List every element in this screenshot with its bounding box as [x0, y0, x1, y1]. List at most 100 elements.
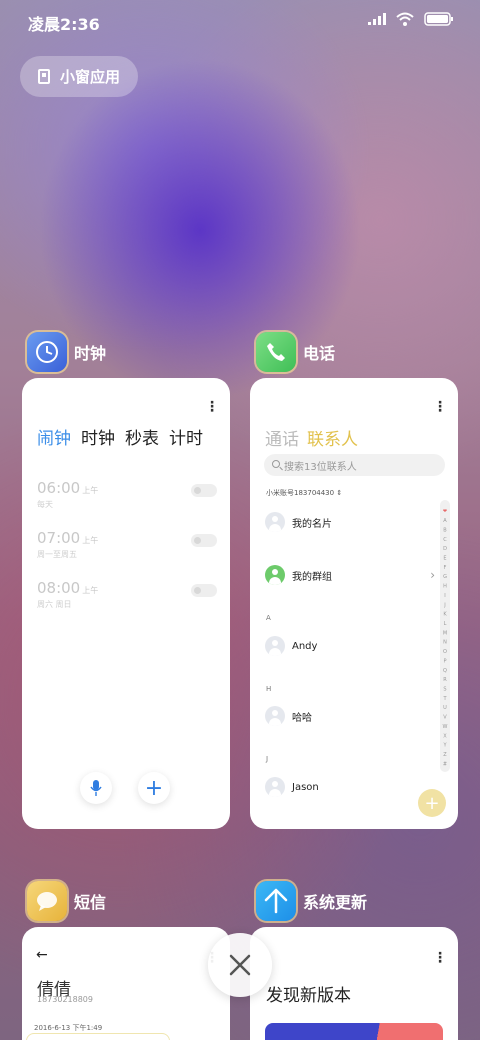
- index-letter[interactable]: T: [442, 696, 447, 702]
- index-letter[interactable]: A: [443, 518, 447, 524]
- index-letter[interactable]: E: [443, 555, 446, 561]
- tab-contacts[interactable]: 联系人: [307, 425, 358, 450]
- index-letter[interactable]: D: [443, 546, 447, 552]
- index-letter[interactable]: H: [443, 584, 447, 590]
- avatar: [265, 636, 285, 656]
- sms-app-name: 短信: [74, 893, 107, 912]
- contact-row[interactable]: 哈哈: [265, 706, 435, 726]
- update-more-icon[interactable]: ⋮: [433, 951, 447, 965]
- index-letter[interactable]: V: [443, 715, 447, 721]
- alarm-item[interactable]: 08:00 上午 周六 周日: [37, 578, 217, 618]
- alarm-toggle[interactable]: [191, 584, 217, 597]
- message-icon: [27, 881, 67, 921]
- index-letter[interactable]: P: [443, 658, 446, 664]
- clock-app-header[interactable]: 时钟: [27, 332, 106, 372]
- index-letter[interactable]: C: [443, 537, 447, 543]
- phone-tabs: 通话 联系人: [265, 425, 358, 450]
- voice-alarm-button[interactable]: [80, 772, 112, 804]
- phone-app-card[interactable]: ⋮ 通话 联系人 搜索13位联系人 小米账号183704430 ⇕ 我的名片 我…: [250, 378, 458, 829]
- tab-stopwatch[interactable]: 秒表: [125, 424, 159, 449]
- section-header: J: [266, 755, 269, 763]
- chevron-right-icon: ›: [430, 568, 435, 582]
- index-letter[interactable]: B: [443, 527, 447, 533]
- avatar: [265, 512, 285, 532]
- phone-more-icon[interactable]: ⋮: [433, 400, 447, 414]
- index-letter[interactable]: O: [443, 649, 447, 655]
- account-selector[interactable]: 小米账号183704430 ⇕: [266, 488, 342, 498]
- sms-contact-number: 18730218809: [37, 995, 93, 1004]
- clock-app-name: 时钟: [74, 344, 107, 363]
- alphabet-index-scrollbar[interactable]: ❤ A B C D E F G H I J K L M N O P Q R S T U V W X Y Z #: [440, 500, 450, 772]
- clock-icon: [27, 332, 67, 372]
- index-letter[interactable]: F: [444, 565, 447, 571]
- index-letter[interactable]: R: [443, 677, 447, 683]
- alarm-repeat: 每天: [37, 500, 53, 509]
- tab-calls[interactable]: 通话: [265, 425, 299, 450]
- tab-clock[interactable]: 时钟: [81, 424, 115, 449]
- index-letter[interactable]: Z: [443, 752, 447, 758]
- alarm-item[interactable]: 07:00 上午 周一至周五: [37, 528, 217, 568]
- status-bar: 凌晨2:36: [0, 0, 480, 42]
- index-letter[interactable]: J: [443, 602, 445, 608]
- clock-more-icon[interactable]: ⋮: [205, 400, 219, 414]
- section-header: H: [266, 685, 272, 693]
- sms-timestamp: 2016-6-13 下午1:49: [34, 1024, 103, 1032]
- alarm-toggle[interactable]: [191, 484, 217, 497]
- update-app-card[interactable]: ⋮ 发现新版本: [250, 927, 458, 1040]
- sms-app-header[interactable]: 短信: [27, 881, 106, 921]
- group-icon: [265, 565, 285, 585]
- back-arrow-icon[interactable]: ←: [36, 947, 48, 963]
- index-letter[interactable]: U: [443, 705, 447, 711]
- contact-name: 我的名片: [292, 518, 332, 530]
- close-icon: [229, 954, 251, 976]
- search-icon: [272, 460, 280, 468]
- index-letter[interactable]: G: [443, 574, 447, 580]
- update-arrow-icon: [256, 881, 296, 921]
- update-banner: [265, 1023, 443, 1040]
- index-letter[interactable]: Y: [442, 743, 447, 749]
- index-letter[interactable]: K: [443, 612, 447, 618]
- index-letter[interactable]: L: [444, 621, 447, 627]
- phone-app-header[interactable]: 电话: [256, 332, 335, 372]
- alarm-item[interactable]: 06:00 上午 每天: [37, 478, 217, 518]
- add-alarm-button[interactable]: +: [138, 772, 170, 804]
- microphone-icon: [90, 780, 102, 796]
- search-placeholder: 搜索13位联系人: [284, 461, 357, 473]
- battery-icon: [424, 12, 453, 26]
- floating-window-button[interactable]: 小窗应用: [20, 56, 138, 97]
- index-letter[interactable]: ❤: [443, 509, 447, 515]
- contact-row[interactable]: Andy: [265, 636, 435, 656]
- chevron-updown-icon: ⇕: [336, 489, 343, 497]
- account-label: 小米账号183704430: [266, 489, 335, 497]
- alphabet-index-letters: ❤ ABCDEFGHIJKLMNOPQRSTUVWXYZ #: [442, 509, 448, 768]
- message-bubble: [26, 1033, 170, 1040]
- sms-app-card[interactable]: ← ⋮ 倩倩 18730218809 2016-6-13 下午1:49: [22, 927, 230, 1040]
- alarm-toggle[interactable]: [191, 534, 217, 547]
- index-letter[interactable]: M: [443, 630, 447, 636]
- index-letter[interactable]: #: [443, 761, 447, 767]
- add-contact-button[interactable]: +: [418, 789, 446, 817]
- contact-name: 我的群组: [292, 571, 332, 583]
- index-letter[interactable]: X: [443, 733, 447, 739]
- contact-row[interactable]: Jason: [265, 777, 435, 797]
- index-letter[interactable]: W: [443, 724, 448, 730]
- contact-row-my-groups[interactable]: 我的群组 ›: [265, 565, 435, 585]
- phone-icon: [256, 332, 296, 372]
- index-letter[interactable]: Q: [443, 668, 447, 674]
- index-letter[interactable]: S: [443, 686, 446, 692]
- close-all-button[interactable]: [208, 933, 272, 997]
- tab-alarm[interactable]: 闹钟: [37, 424, 71, 449]
- alarm-ampm: 上午: [82, 486, 99, 495]
- tab-timer[interactable]: 计时: [169, 424, 203, 449]
- index-letter[interactable]: N: [443, 640, 447, 646]
- update-app-header[interactable]: 系统更新: [256, 881, 367, 921]
- index-letter[interactable]: I: [444, 593, 445, 599]
- clock-tabs: 闹钟 时钟 秒表 计时: [37, 424, 203, 449]
- contact-name: Andy: [292, 640, 318, 652]
- status-icons: [368, 12, 454, 26]
- alarm-time: 06:00: [37, 479, 81, 497]
- clock-app-card[interactable]: ⋮ 闹钟 时钟 秒表 计时 06:00 上午 每天 07:00 上午 周一至周五 0…: [22, 378, 230, 829]
- contact-search-input[interactable]: 搜索13位联系人: [264, 454, 445, 476]
- status-time: 凌晨2:36: [28, 15, 100, 34]
- contact-row-my-card[interactable]: 我的名片: [265, 512, 435, 532]
